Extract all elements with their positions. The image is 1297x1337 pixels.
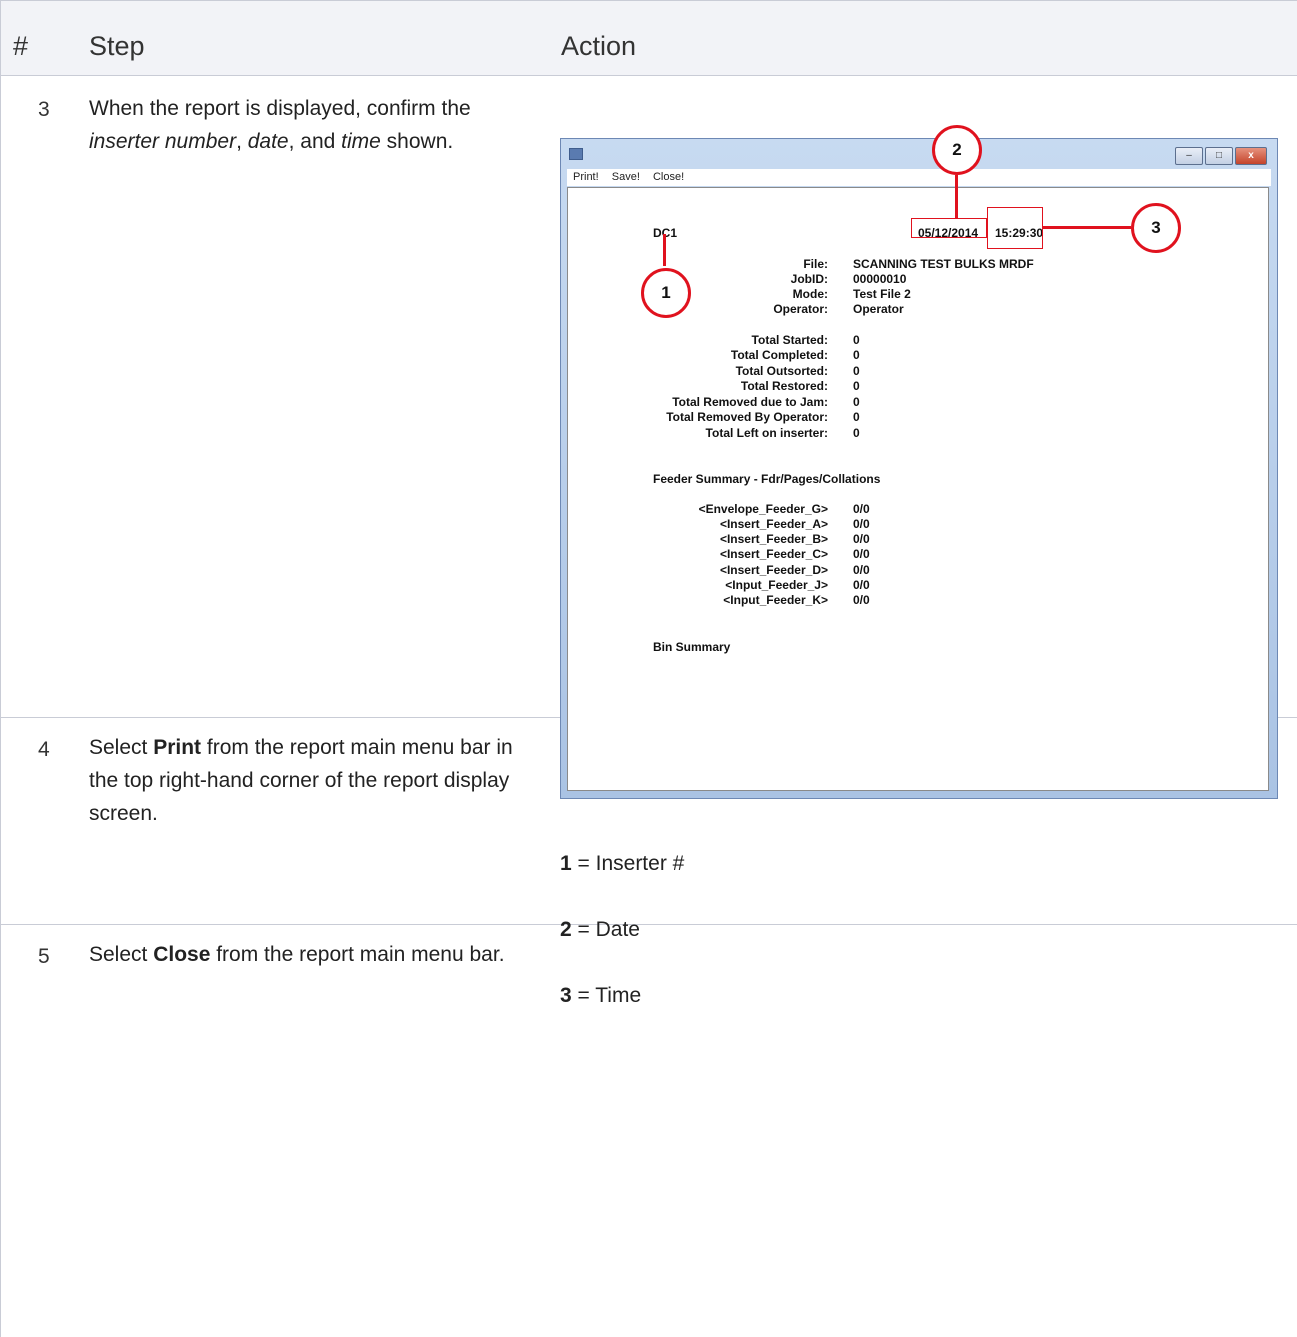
app-icon xyxy=(569,148,583,160)
file-label: File: xyxy=(803,257,828,271)
callout-1-leader xyxy=(663,234,666,266)
callout-3-marker: 3 xyxy=(1131,203,1181,253)
feeder-label: <Insert_Feeder_D> xyxy=(719,563,828,577)
legend-date: 2 = Date xyxy=(560,918,640,941)
table-row: 5 Select Close from the report main menu… xyxy=(1,925,1297,1337)
time-highlight-box xyxy=(987,207,1043,249)
total-value: 0 xyxy=(853,410,860,424)
total-label: Total Started: xyxy=(751,333,828,347)
header-step: Step xyxy=(89,31,145,61)
jobid-value: 00000010 xyxy=(853,272,907,286)
total-label: Total Completed: xyxy=(730,348,828,362)
window-controls: – □ x xyxy=(1173,147,1267,165)
total-label: Total Left on inserter: xyxy=(705,426,828,440)
step-text: Select Print from the report main menu b… xyxy=(89,736,513,825)
feeder-label: <Envelope_Feeder_G> xyxy=(698,502,828,516)
feeder-value: 0/0 xyxy=(853,593,870,607)
menu-print[interactable]: Print! xyxy=(573,171,599,183)
total-label: Total Restored: xyxy=(740,379,828,393)
close-window-button[interactable]: x xyxy=(1235,147,1267,165)
step-number: 4 xyxy=(38,738,50,761)
callout-2-marker: 2 xyxy=(932,125,982,175)
feeder-label: <Insert_Feeder_A> xyxy=(719,517,828,531)
feeder-value: 0/0 xyxy=(853,502,870,516)
total-value: 0 xyxy=(853,364,860,378)
total-label: Total Removed By Operator: xyxy=(666,410,828,424)
feeder-value: 0/0 xyxy=(853,532,870,546)
total-value: 0 xyxy=(853,333,860,347)
step-number: 3 xyxy=(38,98,50,121)
step-text: Select Close from the report main menu b… xyxy=(89,943,505,966)
total-label: Total Removed due to Jam: xyxy=(672,395,828,409)
feeder-label: <Input_Feeder_J> xyxy=(725,578,828,592)
legend-inserter: 1 = Inserter # xyxy=(560,852,685,875)
minimize-button[interactable]: – xyxy=(1175,147,1203,165)
step-text: When the report is displayed, confirm th… xyxy=(89,97,471,153)
feeder-value: 0/0 xyxy=(853,578,870,592)
table-header: # Step Action xyxy=(1,0,1297,76)
date-highlight-box xyxy=(911,218,987,238)
file-value: SCANNING TEST BULKS MRDF xyxy=(853,257,1034,271)
report-menu-bar: Print! Save! Close! xyxy=(567,169,1271,186)
total-value: 0 xyxy=(853,348,860,362)
total-label: Total Outsorted: xyxy=(735,364,828,378)
operator-label: Operator: xyxy=(773,302,828,316)
operator-value: Operator xyxy=(853,302,904,316)
mode-label: Mode: xyxy=(792,287,828,301)
legend-time: 3 = Time xyxy=(560,984,642,1007)
feeder-value: 0/0 xyxy=(853,547,870,561)
header-number: # xyxy=(13,31,29,61)
callout-1-marker: 1 xyxy=(641,268,691,318)
feeder-label: <Insert_Feeder_C> xyxy=(719,547,828,561)
maximize-button[interactable]: □ xyxy=(1205,147,1233,165)
step-number: 5 xyxy=(38,945,50,968)
feeder-summary-title: Feeder Summary - Fdr/Pages/Collations xyxy=(653,472,881,486)
menu-save[interactable]: Save! xyxy=(612,171,640,183)
total-value: 0 xyxy=(853,426,860,440)
mode-value: Test File 2 xyxy=(853,287,911,301)
feeder-label: <Input_Feeder_K> xyxy=(723,593,828,607)
callout-3-leader xyxy=(1043,226,1131,229)
feeder-value: 0/0 xyxy=(853,517,870,531)
header-action: Action xyxy=(561,31,637,61)
total-value: 0 xyxy=(853,379,860,393)
bin-summary-title: Bin Summary xyxy=(653,640,731,654)
callout-2-leader xyxy=(955,175,958,218)
feeder-value: 0/0 xyxy=(853,563,870,577)
jobid-label: JobID: xyxy=(790,272,828,286)
menu-close[interactable]: Close! xyxy=(653,171,684,183)
feeder-label: <Insert_Feeder_B> xyxy=(719,532,828,546)
total-value: 0 xyxy=(853,395,860,409)
